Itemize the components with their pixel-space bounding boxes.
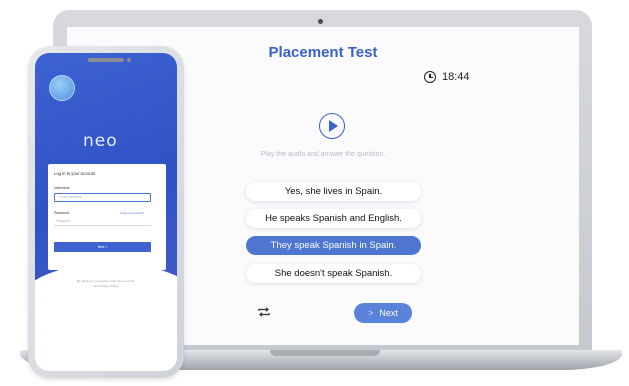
timer: 18:44 <box>424 69 470 85</box>
answer-option-2[interactable]: He speaks Spanish and English. <box>246 209 421 228</box>
answer-option-4[interactable]: She doesn't speak Spanish. <box>246 264 421 283</box>
signin-button[interactable]: Next > <box>54 242 151 252</box>
phone-background-curve <box>35 263 177 353</box>
password-input[interactable]: Password <box>54 217 151 226</box>
phone-screen: neo Log in to your account Username Ente… <box>35 53 177 371</box>
repeat-icon[interactable] <box>257 306 271 318</box>
answer-option-1[interactable]: Yes, she lives in Spain. <box>246 182 421 201</box>
laptop-notch <box>270 350 380 356</box>
globe-icon <box>49 75 75 101</box>
phone-camera <box>127 58 131 62</box>
password-label: Password <box>54 211 69 215</box>
username-input[interactable]: Enter username <box>54 193 151 202</box>
username-label: Username <box>54 186 70 190</box>
brand-logo: neo <box>83 131 118 151</box>
next-button[interactable]: > Next <box>354 303 412 323</box>
chevron-right-icon: > <box>368 308 374 318</box>
forgot-password-link[interactable]: Forgot password? <box>120 211 144 215</box>
timer-value: 18:44 <box>442 71 470 83</box>
laptop-camera <box>318 19 323 24</box>
play-audio-button[interactable] <box>319 113 345 139</box>
answer-option-3[interactable]: They speak Spanish in Spain. <box>246 236 421 255</box>
login-title: Log in to your account <box>54 171 96 176</box>
next-button-label: Next <box>379 308 398 318</box>
login-card: Log in to your account Username Enter us… <box>48 164 166 270</box>
terms-line-2[interactable]: and Privacy Policy <box>45 284 167 289</box>
play-icon <box>329 120 338 132</box>
phone-speaker <box>88 58 124 62</box>
clock-icon <box>424 71 436 83</box>
terms-footer: By signing in you agree to the Terms of … <box>45 279 167 289</box>
